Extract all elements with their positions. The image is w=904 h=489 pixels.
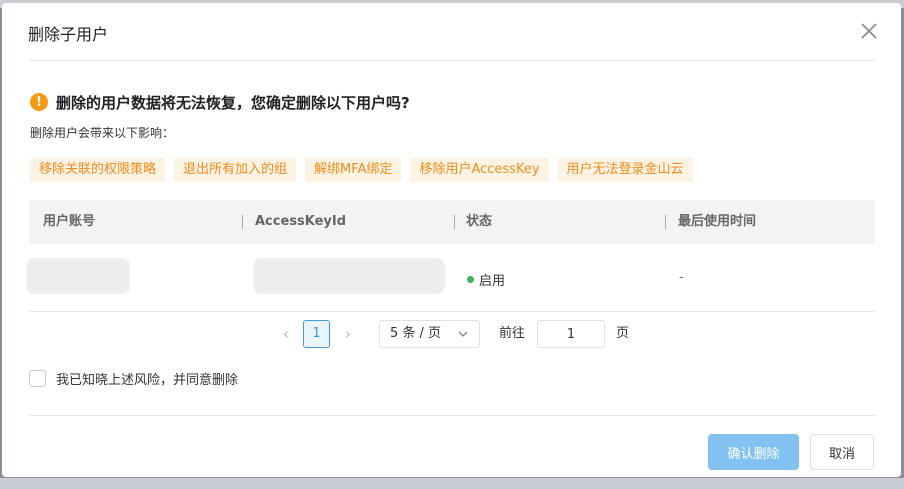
goto-page-input[interactable]	[537, 320, 605, 348]
column-separator	[665, 215, 666, 229]
impact-tag: 退出所有加入的组	[174, 158, 297, 182]
column-header-accesskeyid: AccessKeyId	[255, 214, 347, 229]
status-dot-icon	[467, 276, 474, 283]
page-number-1[interactable]: 1	[303, 320, 330, 348]
dialog-title: 删除子用户	[28, 25, 109, 44]
footer-divider	[29, 415, 876, 416]
agreement-label: 我已知晓上述风险，并同意删除	[56, 373, 239, 388]
impact-tag: 移除关联的权限策略	[30, 158, 166, 182]
agreement-row[interactable]: 我已知晓上述风险，并同意删除	[29, 369, 238, 388]
agreement-checkbox[interactable]	[29, 370, 46, 387]
warning-message: 删除的用户数据将无法恢复，您确定删除以下用户吗?	[56, 93, 410, 112]
status-text: 启用	[479, 274, 506, 289]
header-divider	[29, 60, 876, 61]
impact-tags: 移除关联的权限策略 退出所有加入的组 解绑MFA绑定 移除用户AccessKey…	[30, 158, 693, 182]
impact-tag: 解绑MFA绑定	[305, 158, 402, 182]
column-header-status: 状态	[466, 214, 493, 229]
page-size-select[interactable]: 5 条 / 页	[379, 320, 480, 348]
redacted-accesskeyid	[253, 258, 445, 294]
close-button[interactable]	[857, 19, 881, 43]
delete-user-dialog: 删除子用户 ! 删除的用户数据将无法恢复，您确定删除以下用户吗? 删除用户会带来…	[2, 3, 901, 477]
last-used-cell: -	[679, 270, 684, 285]
page-size-value: 5 条 / 页	[390, 326, 442, 341]
impact-tag: 用户无法登录金山云	[557, 158, 693, 182]
dialog-header: 删除子用户	[2, 3, 901, 61]
redacted-account	[26, 258, 130, 294]
impact-tag: 移除用户AccessKey	[410, 158, 549, 182]
warning-icon: !	[30, 93, 48, 111]
table-row: 启用 -	[26, 244, 875, 312]
close-icon	[861, 23, 877, 39]
chevron-down-icon	[458, 331, 468, 337]
column-separator	[454, 215, 455, 229]
table-header: 用户账号 AccessKeyId 状态 最后使用时间	[29, 200, 875, 244]
impact-title: 删除用户会带来以下影响：	[30, 126, 175, 140]
cancel-button[interactable]: 取消	[810, 434, 874, 470]
warning-row: ! 删除的用户数据将无法恢复，您确定删除以下用户吗?	[30, 91, 410, 113]
page-suffix-label: 页	[616, 326, 630, 341]
goto-label: 前往	[499, 326, 526, 341]
pagination: ‹ 1 › 5 条 / 页 前往 页	[2, 320, 901, 348]
status-cell: 启用	[467, 270, 505, 289]
column-header-account: 用户账号	[43, 214, 96, 229]
next-page-button[interactable]: ›	[338, 320, 358, 348]
background-page-bottom	[0, 478, 904, 489]
column-separator	[242, 215, 243, 229]
user-table: 用户账号 AccessKeyId 状态 最后使用时间 启用 -	[26, 200, 875, 312]
confirm-delete-button[interactable]: 确认删除	[708, 434, 799, 470]
column-header-last-used: 最后使用时间	[678, 214, 757, 229]
prev-page-button[interactable]: ‹	[276, 320, 296, 348]
